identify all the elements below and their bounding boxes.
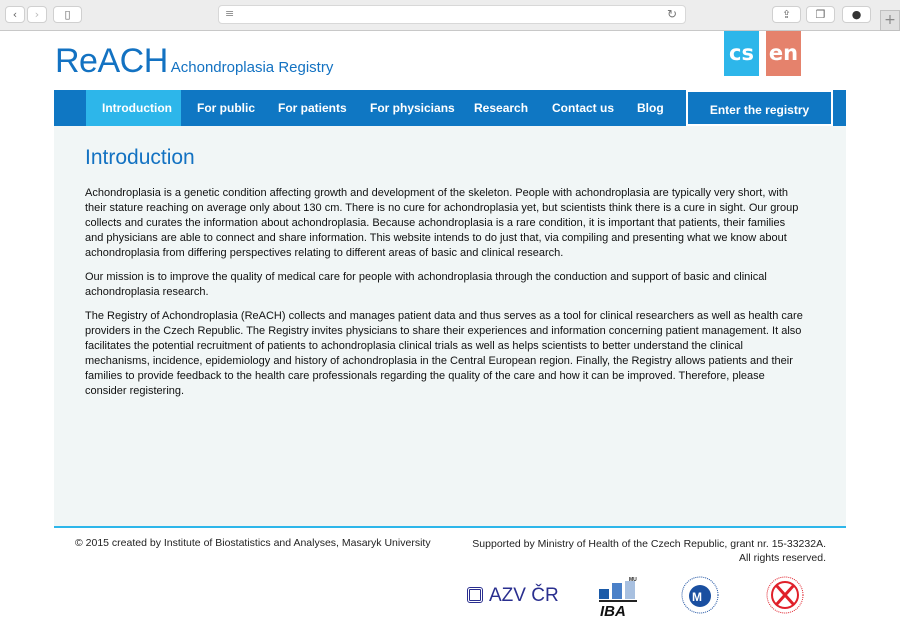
iba-chart-icon: IBA MU	[599, 577, 637, 620]
forward-button[interactable]: ›	[27, 6, 47, 23]
nav-research[interactable]: Research	[474, 90, 528, 126]
site-logo[interactable]: ReACH Achondroplasia Registry	[55, 42, 333, 81]
nav-for-public[interactable]: For public	[197, 90, 255, 126]
reader-icon: ≡	[225, 7, 235, 20]
footer-grant: Supported by Ministry of Health of the C…	[472, 538, 826, 550]
paragraph: Our mission is to improve the quality of…	[85, 271, 767, 298]
nav-blog[interactable]: Blog	[637, 90, 664, 126]
nav-contact-us[interactable]: Contact us	[552, 90, 614, 126]
nav-for-patients[interactable]: For patients	[278, 90, 347, 126]
back-button[interactable]: ‹	[5, 6, 25, 23]
chevron-right-icon: ›	[34, 8, 40, 21]
masaryk-university-seal[interactable]: M	[680, 575, 720, 619]
nav-introduction[interactable]: Introduction	[86, 90, 181, 126]
iba-logo[interactable]: IBA MU	[599, 577, 641, 621]
reload-icon[interactable]: ↻	[667, 7, 677, 21]
new-tab-button[interactable]: +	[880, 10, 900, 31]
medical-faculty-seal[interactable]	[765, 575, 805, 619]
content: Introduction Achondroplasia is a genetic…	[54, 126, 846, 526]
lang-cs-button[interactable]: cs	[724, 31, 759, 76]
university-seal-icon: M	[681, 576, 719, 614]
chevron-left-icon: ‹	[12, 8, 18, 21]
download-icon: ●	[851, 8, 862, 21]
footer-divider	[54, 526, 846, 528]
enter-registry-button[interactable]: Enter the registry	[686, 90, 833, 126]
azv-logo-text: AZV ČR	[489, 585, 559, 606]
tabs-button[interactable]: ❐	[806, 6, 835, 23]
page-title: Introduction	[85, 146, 195, 169]
address-bar[interactable]: ≡ ↻	[218, 5, 686, 24]
svg-text:M: M	[692, 590, 702, 604]
medical-seal-icon	[766, 576, 804, 614]
nav-for-physicians[interactable]: For physicians	[370, 90, 455, 126]
lang-en-button[interactable]: en	[766, 31, 801, 76]
logo-subtitle: Achondroplasia Registry	[170, 59, 334, 76]
share-icon: ⇪	[781, 8, 792, 21]
azv-logo[interactable]	[467, 585, 483, 607]
azv-icon	[467, 587, 483, 603]
share-button[interactable]: ⇪	[772, 6, 801, 23]
paragraph: The Registry of Achondroplasia (ReACH) c…	[85, 310, 803, 397]
footer-credit: © 2015 created by Institute of Biostatis…	[75, 537, 431, 549]
footer-rights: All rights reserved.	[739, 552, 826, 564]
footer-support: Supported by Ministry of Health of the C…	[472, 537, 826, 565]
svg-text:IBA: IBA	[600, 603, 626, 617]
paragraph: Achondroplasia is a genetic condition af…	[85, 187, 799, 259]
download-button[interactable]: ●	[842, 6, 871, 23]
svg-text:MU: MU	[629, 577, 637, 583]
tabs-icon: ❐	[815, 8, 826, 21]
logo-text: ReACH	[55, 42, 168, 80]
sidebar-button[interactable]: ▯	[53, 6, 82, 23]
browser-toolbar: ‹ › ▯ ≡ ↻ ⇪ ❐ ● +	[0, 0, 900, 31]
sidebar-icon: ▯	[64, 8, 71, 21]
main-nav: Introduction For public For patients For…	[54, 90, 846, 126]
